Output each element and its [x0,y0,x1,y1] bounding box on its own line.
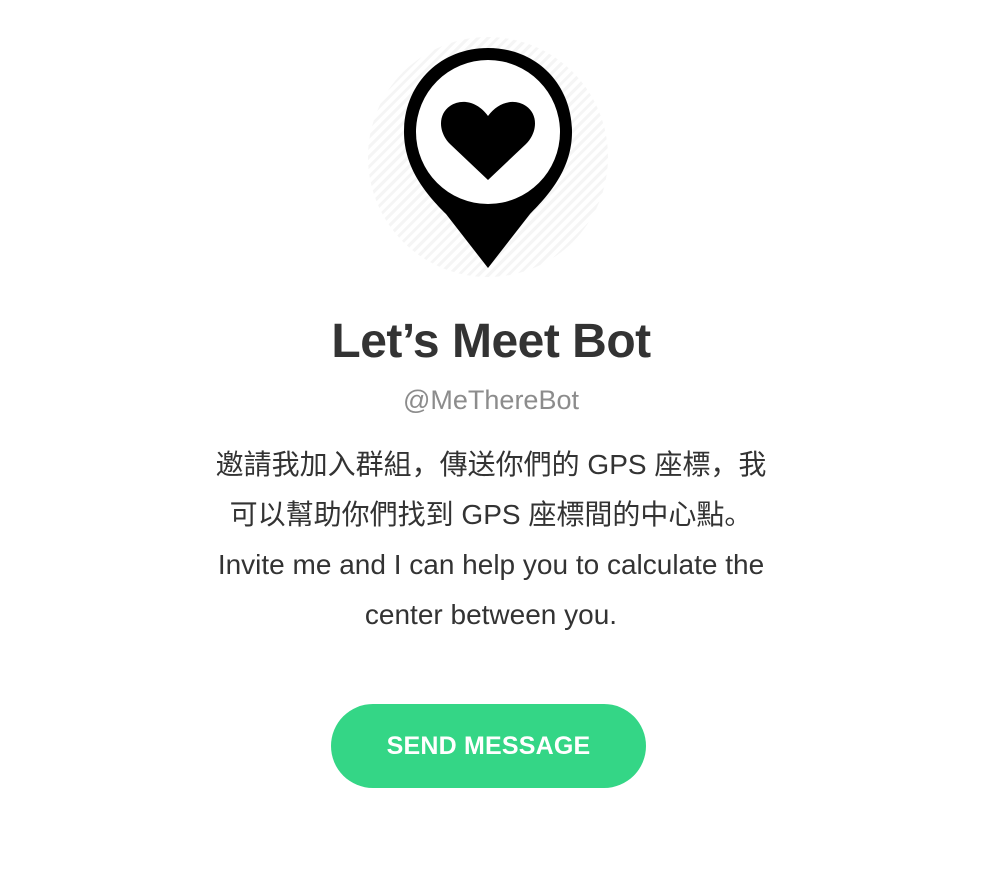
bot-name: Let’s Meet Bot [331,315,651,368]
send-message-button[interactable]: SEND MESSAGE [331,704,646,788]
bot-description: 邀請我加入群組，傳送你們的 GPS 座標，我 可以幫助你們找到 GPS 座標間的… [170,440,812,640]
map-pin-heart-icon [404,48,572,268]
description-line: 可以幫助你們找到 GPS 座標間的中心點。 [229,499,753,530]
bot-profile-card: Let’s Meet Bot @MeThereBot 邀請我加入群組，傳送你們的… [0,0,982,876]
description-line: center between you. [364,599,618,630]
description-line: 邀請我加入群組，傳送你們的 GPS 座標，我 [215,449,767,480]
bot-avatar [368,37,608,277]
description-line: Invite me and I can help you to calculat… [217,549,765,580]
bot-handle: @MeThereBot [403,385,579,415]
